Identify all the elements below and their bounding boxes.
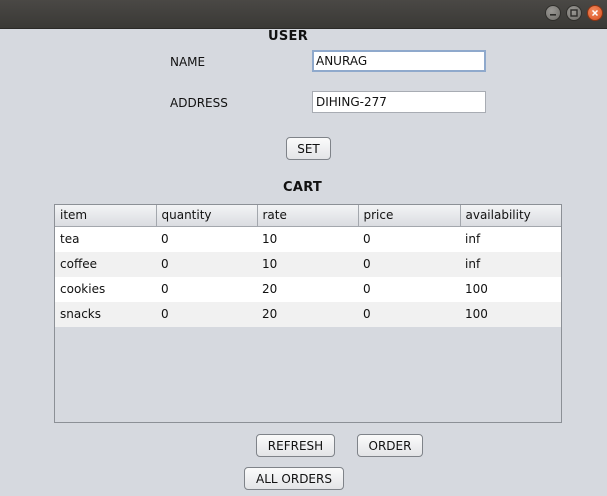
- cell-availability[interactable]: inf: [460, 251, 561, 277]
- cell-availability[interactable]: inf: [460, 226, 561, 252]
- minimize-icon: [550, 14, 556, 16]
- maximize-icon: [570, 9, 578, 17]
- table-row[interactable]: tea 0 10 0 inf: [55, 226, 561, 252]
- cell-item[interactable]: snacks: [55, 301, 156, 327]
- cell-item[interactable]: coffee: [55, 251, 156, 277]
- column-header-item[interactable]: item: [55, 205, 157, 227]
- name-label: NAME: [170, 55, 206, 69]
- cell-item[interactable]: cookies: [55, 276, 156, 302]
- minimize-button[interactable]: [545, 5, 561, 21]
- set-button[interactable]: SET: [286, 137, 331, 160]
- address-input[interactable]: [312, 91, 486, 113]
- cell-rate[interactable]: 10: [257, 251, 358, 277]
- user-section-title: USER: [268, 29, 309, 44]
- column-header-availability[interactable]: availability: [460, 205, 561, 227]
- close-icon: [591, 9, 599, 17]
- cell-quantity[interactable]: 0: [156, 276, 257, 302]
- cell-rate[interactable]: 20: [257, 276, 358, 302]
- cell-price[interactable]: 0: [358, 276, 460, 302]
- cell-availability[interactable]: 100: [460, 276, 561, 302]
- table-row[interactable]: cookies 0 20 0 100: [55, 276, 561, 302]
- cell-price[interactable]: 0: [358, 226, 460, 252]
- address-label: ADDRESS: [170, 96, 228, 110]
- name-input[interactable]: [312, 50, 486, 72]
- cart-table[interactable]: item quantity rate price availability te…: [54, 204, 562, 423]
- cell-availability[interactable]: 100: [460, 301, 561, 327]
- refresh-button[interactable]: REFRESH: [256, 434, 335, 457]
- cell-rate[interactable]: 10: [257, 226, 358, 252]
- cell-item[interactable]: tea: [55, 226, 156, 252]
- close-button[interactable]: [587, 5, 603, 21]
- column-header-price[interactable]: price: [358, 205, 461, 227]
- cart-section-title: CART: [283, 180, 323, 195]
- cell-price[interactable]: 0: [358, 251, 460, 277]
- cell-quantity[interactable]: 0: [156, 251, 257, 277]
- all-orders-button[interactable]: ALL ORDERS: [244, 467, 344, 490]
- column-header-rate[interactable]: rate: [257, 205, 359, 227]
- cell-quantity[interactable]: 0: [156, 301, 257, 327]
- table-row[interactable]: coffee 0 10 0 inf: [55, 251, 561, 277]
- cell-rate[interactable]: 20: [257, 301, 358, 327]
- cell-quantity[interactable]: 0: [156, 226, 257, 252]
- maximize-button[interactable]: [566, 5, 582, 21]
- window-titlebar: [0, 0, 607, 29]
- cell-price[interactable]: 0: [358, 301, 460, 327]
- column-header-quantity[interactable]: quantity: [156, 205, 258, 227]
- order-button[interactable]: ORDER: [357, 434, 423, 457]
- table-row[interactable]: snacks 0 20 0 100: [55, 301, 561, 327]
- table-header-row: item quantity rate price availability: [55, 205, 561, 227]
